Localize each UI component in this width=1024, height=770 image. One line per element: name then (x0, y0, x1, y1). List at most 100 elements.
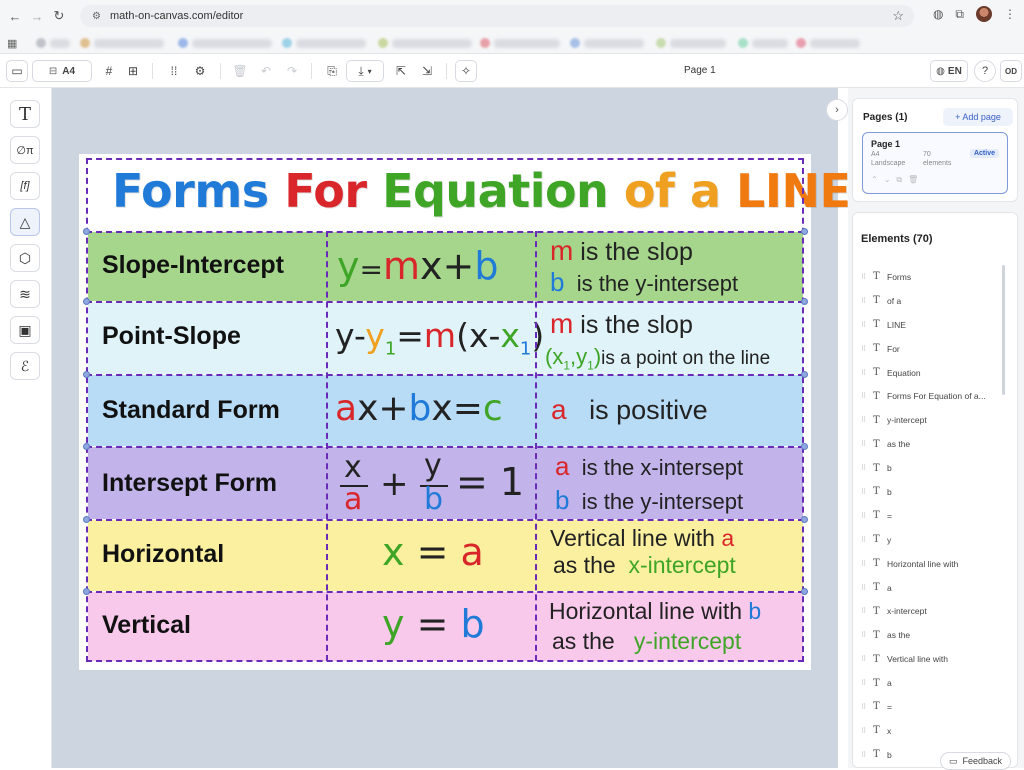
scrollbar[interactable] (1002, 265, 1005, 395)
grid-icon[interactable]: # (98, 60, 120, 82)
list-item[interactable]: ⠿ Ta (861, 671, 1001, 695)
list-item[interactable]: ⠿ Tb (861, 456, 1001, 480)
bookmark-item[interactable] (192, 39, 272, 48)
page-thumbnail[interactable]: Page 1 A4 Landscape 70 elements Active ⌃⌄⧉… (862, 132, 1008, 194)
site-settings-icon[interactable]: ⚙ (92, 11, 102, 22)
drag-handle-icon[interactable]: ⠿ (861, 392, 873, 400)
list-item[interactable]: ⠿ Tof a (861, 289, 1001, 313)
list-item[interactable]: ⠿ Ta (861, 576, 1001, 600)
user-button[interactable]: OD (1000, 60, 1022, 82)
drag-handle-icon[interactable]: ⠿ (861, 679, 873, 687)
bookmark-icon[interactable] (796, 38, 806, 48)
menu-icon[interactable]: ⋮ (1004, 7, 1016, 21)
bookmark-icon[interactable] (282, 38, 292, 48)
cube-icon[interactable]: ⬡ (10, 244, 40, 272)
reload-icon[interactable]: ↻ (50, 7, 68, 25)
undo-icon[interactable]: ↶ (255, 60, 277, 82)
resize-handle[interactable] (83, 371, 90, 378)
drag-handle-icon[interactable]: ⠿ (861, 536, 873, 544)
bookmark-icon[interactable] (178, 38, 188, 48)
feedback-button[interactable]: ▭ Feedback (940, 752, 1012, 770)
drag-handle-icon[interactable]: ⠿ (861, 321, 873, 329)
bookmark-item[interactable] (584, 39, 644, 48)
bookmark-item[interactable] (392, 39, 472, 48)
layers-icon[interactable]: ≋ (10, 280, 40, 308)
math-icon[interactable]: ∅π (10, 136, 40, 164)
drag-handle-icon[interactable]: ⠿ (861, 369, 873, 377)
resize-handle[interactable] (801, 588, 808, 595)
list-item[interactable]: ⠿ Tx-intercept (861, 599, 1001, 623)
language-button[interactable]: ◍ EN (930, 60, 968, 82)
globe-icon[interactable]: ◍ (933, 7, 943, 21)
drag-handle-icon[interactable]: ⠿ (861, 751, 873, 759)
bookmark-item[interactable] (670, 39, 726, 48)
profile-avatar[interactable] (976, 6, 992, 22)
drag-handle-icon[interactable]: ⠿ (861, 727, 873, 735)
resize-handle[interactable] (83, 516, 90, 523)
table-icon[interactable]: ⊞ (122, 60, 144, 82)
dots-grid-icon[interactable]: ⁞⁞ (163, 60, 185, 82)
drag-handle-icon[interactable]: ⠿ (861, 631, 873, 639)
drag-handle-icon[interactable]: ⠿ (861, 560, 873, 568)
drag-handle-icon[interactable]: ⠿ (861, 416, 873, 424)
resize-handle[interactable] (801, 443, 808, 450)
drag-handle-icon[interactable]: ⠿ (861, 345, 873, 353)
delete-icon[interactable]: 🗑 (229, 60, 251, 82)
magic-wand-icon[interactable]: ✧ (455, 60, 477, 82)
list-item[interactable]: ⠿ T Forms For Equation of a... (861, 384, 1001, 408)
drag-handle-icon[interactable]: ⠿ (861, 297, 873, 305)
resize-handle[interactable] (83, 298, 90, 305)
list-item[interactable]: ⠿ T For (861, 337, 1001, 361)
drag-handle-icon[interactable]: ⠿ (861, 464, 873, 472)
import-icon[interactable]: ⎘ (321, 60, 343, 82)
text-icon[interactable]: T (10, 100, 40, 128)
resize-handle[interactable] (801, 298, 808, 305)
bookmark-item[interactable] (94, 39, 164, 48)
list-item[interactable]: ⠿ Ty (861, 528, 1001, 552)
list-item[interactable]: ⠿ T Vertical line with (861, 647, 1001, 671)
address-bar[interactable]: ⚙ math-on-canvas.com/editor ☆ (80, 5, 914, 27)
list-item[interactable]: ⠿ T = (861, 504, 1001, 528)
bookmark-icon[interactable] (36, 38, 46, 48)
help-button[interactable]: ? (974, 60, 996, 82)
resize-handle[interactable] (83, 228, 90, 235)
drag-handle-icon[interactable]: ⠿ (861, 703, 873, 711)
list-item[interactable]: ⠿ Tas the (861, 432, 1001, 456)
download-menu-button[interactable]: ⤓ ▾ (346, 60, 384, 82)
list-item[interactable]: ⠿ T Horizontal line with (861, 552, 1001, 576)
bookmark-icon[interactable] (480, 38, 490, 48)
drag-handle-icon[interactable]: ⠿ (861, 512, 873, 520)
delete-icon[interactable]: 🗑 (908, 175, 924, 184)
list-item[interactable]: ⠿ Ty-intercept (861, 408, 1001, 432)
bookmark-item[interactable] (494, 39, 560, 48)
draw-icon[interactable]: ℰ (10, 352, 40, 380)
list-item[interactable]: ⠿ Tx (861, 719, 1001, 743)
duplicate-icon[interactable]: ⧉ (896, 175, 908, 184)
list-item[interactable]: ⠿ T LINE (861, 313, 1001, 337)
add-page-button[interactable]: + Add page (943, 108, 1013, 126)
list-item[interactable]: ⠿ T Forms (861, 265, 1001, 289)
collapse-panel-button[interactable]: › (826, 99, 848, 121)
resize-handle[interactable] (83, 588, 90, 595)
drag-handle-icon[interactable]: ⠿ (861, 655, 873, 663)
drag-handle-icon[interactable]: ⠿ (861, 488, 873, 496)
back-icon[interactable]: ← (6, 7, 24, 25)
resize-handle[interactable] (801, 516, 808, 523)
drag-handle-icon[interactable]: ⠿ (861, 607, 873, 615)
export-icon[interactable]: ⇱ (390, 60, 412, 82)
move-up-icon[interactable]: ⌃ (871, 175, 884, 184)
list-item[interactable]: ⠿ Tas the (861, 623, 1001, 647)
image-icon[interactable]: ▣ (10, 316, 40, 344)
function-icon[interactable]: [f] (10, 172, 40, 200)
settings-icon[interactable]: ⚙ (189, 60, 211, 82)
canvas-size-icon[interactable]: ▭ (6, 60, 28, 82)
resize-handle[interactable] (801, 371, 808, 378)
bookmark-icon[interactable] (378, 38, 388, 48)
list-item[interactable]: ⠿ T Equation (861, 361, 1001, 385)
list-item[interactable]: ⠿ Tb (861, 480, 1001, 504)
page-size-button[interactable]: ⊟ A4 (32, 60, 92, 82)
bookmark-item[interactable] (296, 39, 366, 48)
bookmark-icon[interactable] (80, 38, 90, 48)
file-export-icon[interactable]: ⇲ (416, 60, 438, 82)
bookmark-item[interactable] (810, 39, 860, 48)
